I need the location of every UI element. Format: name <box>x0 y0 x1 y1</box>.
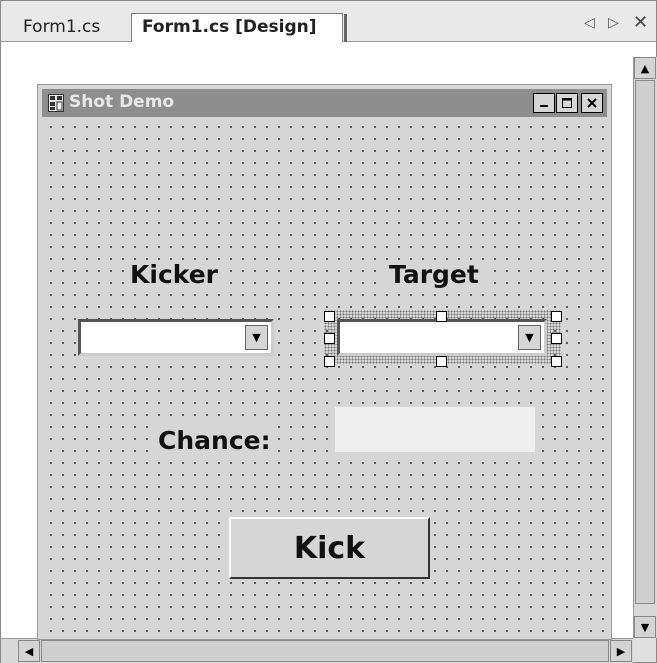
scroll-up-button[interactable]: ▲ <box>634 57 656 79</box>
scroll-down-button[interactable]: ▼ <box>634 616 656 638</box>
scroll-tabs-right-icon[interactable]: ▷ <box>608 15 619 31</box>
close-button[interactable] <box>581 93 603 113</box>
target-label[interactable]: Target <box>383 260 485 289</box>
kicker-label[interactable]: Kicker <box>124 260 225 289</box>
vertical-scroll-thumb[interactable] <box>635 80 655 604</box>
close-icon <box>587 98 597 108</box>
scroll-right-button[interactable]: ▶ <box>610 640 632 662</box>
resize-handle-s[interactable] <box>436 356 447 367</box>
form-window[interactable]: Shot Demo Kicker Target ▼ ▼ Chance: Kick <box>37 84 612 640</box>
resize-handle-se[interactable] <box>551 356 562 367</box>
designer-window: Form1.cs Form1.cs [Design] ◁ ▷ ✕ ▲ ▼ ◀ ▶… <box>0 0 657 663</box>
maximize-icon <box>562 98 572 108</box>
target-combobox[interactable]: ▼ <box>337 319 547 356</box>
resize-handle-n[interactable] <box>436 311 447 322</box>
chance-textbox[interactable] <box>335 407 535 452</box>
minimize-button[interactable] <box>533 93 555 113</box>
kicker-dropdown-arrow-icon[interactable]: ▼ <box>245 325 268 350</box>
vertical-scrollbar[interactable]: ▲ ▼ <box>633 57 657 638</box>
minimize-icon <box>540 105 548 107</box>
resize-handle-ne[interactable] <box>551 311 562 322</box>
tab-form1-cs[interactable]: Form1.cs <box>23 16 133 41</box>
scroll-tabs-left-icon[interactable]: ◁ <box>584 15 595 31</box>
close-document-icon[interactable]: ✕ <box>633 12 648 33</box>
chance-label[interactable]: Chance: <box>152 426 277 455</box>
resize-handle-w[interactable] <box>324 333 335 344</box>
horizontal-scroll-thumb[interactable] <box>41 640 609 662</box>
scroll-left-button[interactable]: ◀ <box>18 640 40 662</box>
resize-handle-sw[interactable] <box>324 356 335 367</box>
kicker-combobox[interactable]: ▼ <box>78 319 274 356</box>
resize-handle-e[interactable] <box>551 333 562 344</box>
document-tab-strip: Form1.cs Form1.cs [Design] ◁ ▷ ✕ <box>1 1 656 43</box>
target-dropdown-arrow-icon[interactable]: ▼ <box>518 325 541 350</box>
scrollbar-corner <box>633 638 656 662</box>
form-title: Shot Demo <box>69 92 175 112</box>
form-icon <box>48 94 64 112</box>
tab-form1-design[interactable]: Form1.cs [Design] <box>131 13 347 43</box>
resize-handle-nw[interactable] <box>324 311 335 322</box>
horizontal-scrollbar[interactable]: ◀ ▶ <box>1 638 633 663</box>
form-title-bar[interactable]: Shot Demo <box>42 89 607 117</box>
maximize-button[interactable] <box>556 93 578 113</box>
kick-button[interactable]: Kick <box>229 517 430 579</box>
